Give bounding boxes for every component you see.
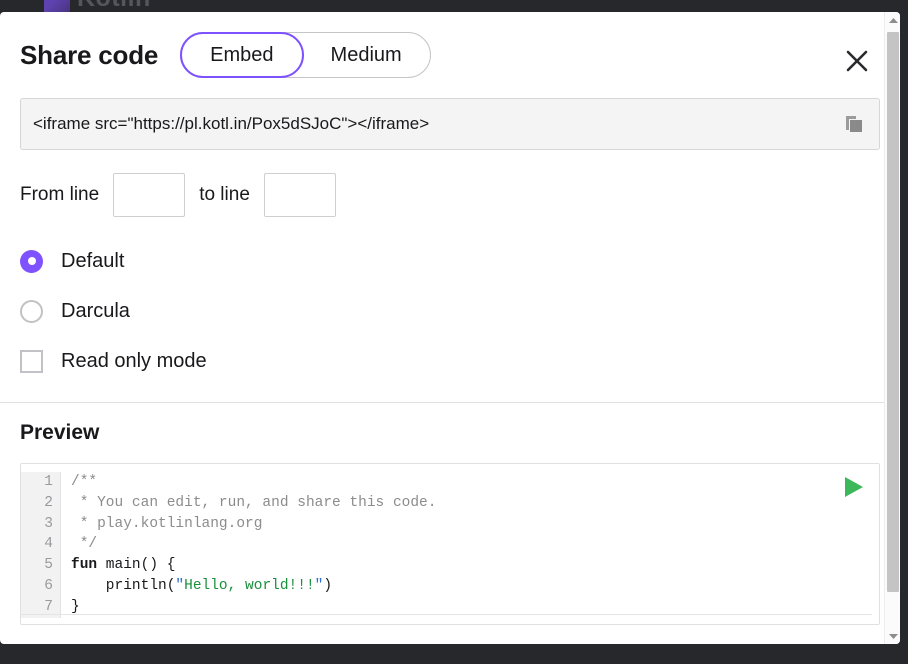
status-version: Running on v1.9.10 — [755, 638, 872, 640]
status-open-in-playground[interactable]: Open in Playground — [20, 638, 139, 640]
option-darcula[interactable]: Darcula — [20, 286, 880, 336]
copy-icon — [843, 113, 865, 135]
modal-header: Share code Embed Medium — [0, 12, 900, 98]
code-token-comment: */ — [71, 536, 97, 552]
code-line: * You can edit, run, and share this code… — [71, 493, 879, 514]
scroll-up-arrow-icon[interactable] — [885, 12, 900, 28]
status-target: Target: JVM — [661, 638, 733, 640]
line-range-row: From line to line — [20, 172, 880, 218]
play-icon — [843, 475, 865, 499]
code-token-comment: * You can edit, run, and share this code… — [71, 495, 436, 511]
code-token-plain: ) — [323, 578, 332, 594]
line-number: 6 — [21, 576, 53, 597]
code-token-keyword: fun — [71, 557, 97, 573]
from-line-label: From line — [20, 184, 99, 206]
code-content[interactable]: /** * You can edit, run, and share this … — [61, 472, 879, 618]
close-icon — [844, 48, 870, 74]
checkbox-read-only-icon[interactable] — [20, 350, 43, 373]
radio-default-icon[interactable] — [20, 250, 43, 273]
from-line-input[interactable] — [113, 173, 185, 217]
topbar-link-learn[interactable]: Learn — [665, 0, 698, 3]
scrollbar-thumb[interactable] — [887, 32, 899, 592]
to-line-input[interactable] — [264, 173, 336, 217]
close-button[interactable] — [840, 44, 874, 78]
code-area[interactable]: 1234567 /** * You can edit, run, and sha… — [21, 464, 879, 618]
status-bar: Open in Playground Target: JVM Running o… — [20, 614, 872, 640]
embed-code-field[interactable]: <iframe src="https://pl.kotl.in/Pox5dSJo… — [20, 98, 880, 150]
line-number: 5 — [21, 555, 53, 576]
code-line: /** — [71, 472, 879, 493]
preview-heading: Preview — [20, 421, 880, 445]
code-token-comment: /** — [71, 474, 97, 490]
option-default-label: Default — [61, 250, 124, 273]
code-preview-card: 1234567 /** * You can edit, run, and sha… — [20, 463, 880, 625]
copy-button[interactable] — [829, 99, 879, 149]
option-read-only-label: Read only mode — [61, 350, 207, 373]
option-default[interactable]: Default — [20, 236, 880, 286]
code-token-quote: " — [175, 578, 184, 594]
code-token-plain: println( — [71, 578, 175, 594]
status-right-group: Target: JVM Running on v1.9.10 — [661, 638, 872, 640]
line-number: 3 — [21, 514, 53, 535]
to-line-label: to line — [199, 184, 250, 206]
run-button[interactable] — [841, 472, 867, 502]
tab-medium[interactable]: Medium — [303, 33, 430, 77]
radio-darcula-icon[interactable] — [20, 300, 43, 323]
line-number: 2 — [21, 493, 53, 514]
code-token-comment: * play.kotlinlang.org — [71, 516, 262, 532]
option-read-only-mode[interactable]: Read only mode — [20, 336, 880, 386]
topbar-link-docs[interactable]: Docs — [818, 0, 848, 3]
code-line: * play.kotlinlang.org — [71, 514, 879, 535]
modal-title: Share code — [20, 40, 158, 71]
section-divider — [0, 402, 900, 403]
code-line: */ — [71, 534, 879, 555]
share-code-modal: Share code Embed Medium <iframe src="htt… — [0, 12, 900, 644]
code-token-string: Hello, world!!! — [184, 578, 315, 594]
tab-embed[interactable]: Embed — [180, 32, 303, 78]
kotlin-logo-icon — [44, 0, 70, 12]
scroll-down-arrow-icon[interactable] — [885, 628, 900, 644]
code-token-plain: } — [71, 599, 80, 615]
code-line: fun main() { — [71, 555, 879, 576]
code-token-plain: main() { — [97, 557, 175, 573]
code-line: println("Hello, world!!!") — [71, 576, 879, 597]
line-number: 1 — [21, 472, 53, 493]
share-mode-toggle: Embed Medium — [180, 32, 431, 78]
embed-code-value: <iframe src="https://pl.kotl.in/Pox5dSJo… — [21, 114, 829, 134]
theme-options: Default Darcula Read only mode — [20, 236, 880, 386]
line-number-gutter: 1234567 — [21, 472, 61, 618]
option-darcula-label: Darcula — [61, 300, 130, 323]
modal-scrollbar[interactable] — [884, 12, 900, 644]
line-number: 4 — [21, 534, 53, 555]
